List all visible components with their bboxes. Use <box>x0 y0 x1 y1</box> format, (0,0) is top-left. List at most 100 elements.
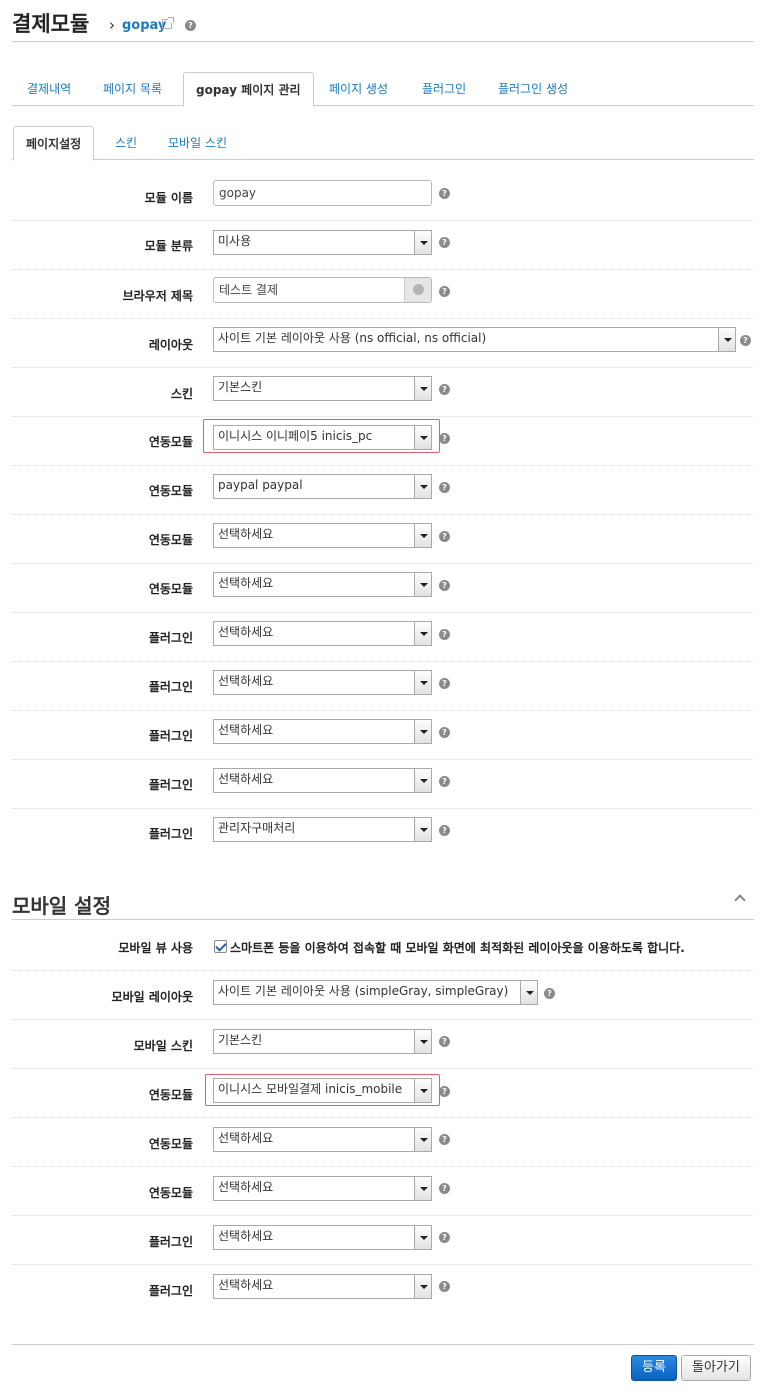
help-icon[interactable]: ? <box>439 1134 450 1145</box>
mobile-skin-label: 모바일 스킨 <box>133 1039 193 1053</box>
plugin-select[interactable]: 선택하세요 <box>213 719 432 744</box>
linked-module-select[interactable]: paypal paypal <box>213 474 432 499</box>
tab-page-settings[interactable]: 페이지설정 <box>13 126 95 161</box>
help-icon[interactable]: ? <box>439 1281 450 1292</box>
tab-plugin-create[interactable]: 플러그인 생성 <box>486 72 580 106</box>
skin-value: 기본스킨 <box>218 380 263 394</box>
help-icon[interactable]: ? <box>439 433 450 444</box>
help-icon[interactable]: ? <box>439 1232 450 1243</box>
help-icon[interactable]: ? <box>439 1036 450 1047</box>
form-row-plugin: 플러그인 선택하세요 ? <box>12 760 754 809</box>
help-icon[interactable]: ? <box>439 1183 450 1194</box>
tab-skin[interactable]: 스킨 <box>103 126 149 160</box>
help-icon[interactable]: ? <box>439 580 450 591</box>
chevron-down-icon <box>414 818 431 841</box>
help-icon[interactable]: ? <box>740 335 751 346</box>
mobile-skin-select[interactable]: 기본스킨 <box>213 1029 432 1054</box>
linked-module-value: 선택하세요 <box>218 576 274 590</box>
module-name-input[interactable]: gopay <box>213 180 432 206</box>
mobile-layout-select[interactable]: 사이트 기본 레이아웃 사용 (simpleGray, simpleGray) <box>213 980 538 1005</box>
mobile-plugin-select[interactable]: 선택하세요 <box>213 1274 432 1299</box>
module-category-select[interactable]: 미사용 <box>213 230 432 255</box>
form-row-mobile-skin: 모바일 스킨 기본스킨 ? <box>12 1020 754 1069</box>
plugin-select[interactable]: 관리자구매처리 <box>213 817 432 842</box>
mobile-plugin-select[interactable]: 선택하세요 <box>213 1225 432 1250</box>
back-button[interactable]: 돌아가기 <box>681 1355 751 1381</box>
help-icon[interactable]: ? <box>544 988 555 999</box>
help-icon[interactable]: ? <box>439 188 450 199</box>
linked-module-label: 연동모듈 <box>148 1137 193 1151</box>
form-row-linked-module: 연동모듈 선택하세요 ? <box>12 515 754 564</box>
help-icon[interactable]: ? <box>439 286 450 297</box>
linked-module-label: 연동모듈 <box>148 484 193 498</box>
form-row-browser-title: 브라우저 제목 테스트 결제 ? <box>12 270 754 319</box>
chevron-down-icon <box>414 573 431 596</box>
breadcrumb-arrow-icon: › <box>109 16 115 34</box>
skin-label: 스킨 <box>170 387 193 401</box>
help-icon[interactable]: ? <box>439 678 450 689</box>
mobile-linked-module-select[interactable]: 선택하세요 <box>213 1127 432 1152</box>
help-icon[interactable]: ? <box>439 1086 450 1097</box>
module-category-label: 모듈 분류 <box>144 239 193 253</box>
mobile-linked-module-select[interactable]: 이니시스 모바일결제 inicis_mobile <box>213 1078 432 1103</box>
form-row-layout: 레이아웃 사이트 기본 레이아웃 사용 (ns official, ns off… <box>12 319 754 368</box>
chevron-down-icon <box>414 426 431 449</box>
linked-module-select[interactable]: 이니시스 이니페이5 inicis_pc <box>213 425 432 450</box>
form-row-mobile-view: 모바일 뷰 사용 스마트폰 등을 이용하여 접속할 때 모바일 화면에 최적화된… <box>12 922 754 971</box>
help-icon[interactable]: ? <box>439 629 450 640</box>
form-row-plugin: 플러그인 선택하세요 ? <box>12 711 754 760</box>
collapse-icon[interactable] <box>734 894 746 906</box>
chevron-down-icon <box>414 1030 431 1053</box>
mobile-layout-label: 모바일 레이아웃 <box>111 990 193 1004</box>
linked-module-select[interactable]: 선택하세요 <box>213 572 432 597</box>
plugin-select[interactable]: 선택하세요 <box>213 621 432 646</box>
submit-button[interactable]: 등록 <box>631 1355 677 1381</box>
mobile-view-description: 스마트폰 등을 이용하여 접속할 때 모바일 화면에 최적화된 레이아웃을 이용… <box>230 941 685 955</box>
help-icon[interactable]: ? <box>439 237 450 248</box>
sub-tabs: 페이지설정 스킨 모바일 스킨 <box>12 126 754 161</box>
tab-payment-history[interactable]: 결제내역 <box>15 72 83 106</box>
external-link-icon[interactable] <box>162 17 174 29</box>
browser-title-label: 브라우저 제목 <box>122 289 193 303</box>
mobile-linked-module-select[interactable]: 선택하세요 <box>213 1176 432 1201</box>
linked-module-value: 선택하세요 <box>218 527 274 541</box>
browser-title-input[interactable]: 테스트 결제 <box>213 277 432 303</box>
tab-plugin[interactable]: 플러그인 <box>410 72 478 106</box>
help-icon[interactable]: ? <box>185 20 196 31</box>
skin-select[interactable]: 기본스킨 <box>213 376 432 401</box>
language-globe-icon[interactable] <box>404 278 431 302</box>
form-row-mobile-plugin: 플러그인 선택하세요 ? <box>12 1216 754 1265</box>
tab-mobile-skin[interactable]: 모바일 스킨 <box>156 126 239 160</box>
linked-module-select[interactable]: 선택하세요 <box>213 523 432 548</box>
linked-module-value: 선택하세요 <box>218 1131 274 1145</box>
tab-page-list[interactable]: 페이지 목록 <box>91 72 174 106</box>
plugin-value: 선택하세요 <box>218 674 274 688</box>
help-icon[interactable]: ? <box>439 482 450 493</box>
chevron-down-icon <box>520 981 537 1004</box>
plugin-label: 플러그인 <box>148 1235 193 1249</box>
tab-page-manage[interactable]: gopay 페이지 관리 <box>183 72 314 107</box>
plugin-label: 플러그인 <box>148 729 193 743</box>
breadcrumb-link[interactable]: gopay <box>122 18 166 33</box>
mobile-section-title: 모바일 설정 <box>12 894 111 918</box>
chevron-down-icon <box>414 671 431 694</box>
help-icon[interactable]: ? <box>439 825 450 836</box>
chevron-down-icon <box>414 769 431 792</box>
help-icon[interactable]: ? <box>439 531 450 542</box>
plugin-select[interactable]: 선택하세요 <box>213 768 432 793</box>
layout-value: 사이트 기본 레이아웃 사용 (ns official, ns official… <box>218 331 487 345</box>
plugin-select[interactable]: 선택하세요 <box>213 670 432 695</box>
page-title: 결제모듈 <box>12 12 90 36</box>
tab-page-create[interactable]: 페이지 생성 <box>317 72 400 106</box>
help-icon[interactable]: ? <box>439 384 450 395</box>
layout-select[interactable]: 사이트 기본 레이아웃 사용 (ns official, ns official… <box>213 327 736 352</box>
chevron-down-icon <box>414 622 431 645</box>
form-row-plugin: 플러그인 선택하세요 ? <box>12 662 754 711</box>
help-icon[interactable]: ? <box>439 776 450 787</box>
browser-title-value: 테스트 결제 <box>219 283 279 297</box>
mobile-view-checkbox[interactable] <box>214 940 227 953</box>
form-row-skin: 스킨 기본스킨 ? <box>12 368 754 417</box>
help-icon[interactable]: ? <box>439 727 450 738</box>
mobile-section-header: 모바일 설정 <box>12 886 754 920</box>
linked-module-value: paypal paypal <box>218 478 303 492</box>
